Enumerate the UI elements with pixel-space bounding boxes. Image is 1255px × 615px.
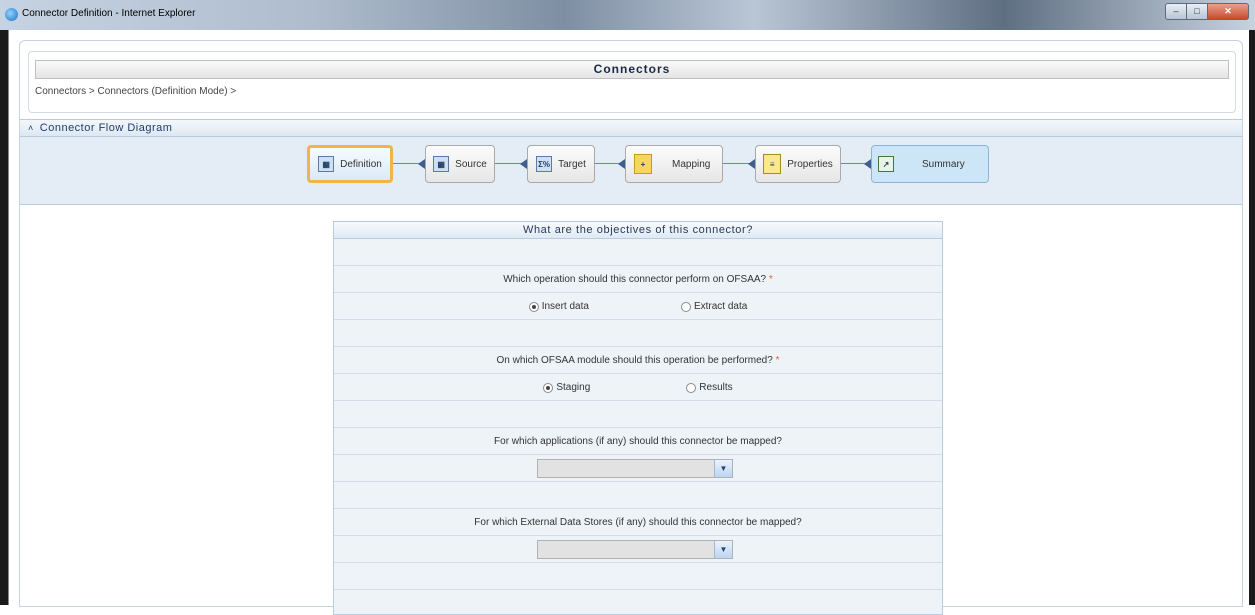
step-source[interactable]: ▦ Source [425, 145, 495, 183]
step-label: Source [455, 158, 487, 170]
applications-row: ▼ [334, 455, 942, 482]
radio-insert-data[interactable]: Insert data [528, 301, 589, 312]
spacer-row [334, 563, 942, 590]
step-label: Target [558, 158, 586, 170]
question-applications: For which applications (if any) should t… [334, 428, 942, 455]
question-operation: Which operation should this connector pe… [334, 266, 942, 293]
flow-arrow-icon [864, 159, 871, 169]
question-text: For which External Data Stores (if any) … [474, 517, 802, 528]
flow-arrow-icon [748, 159, 755, 169]
radio-extract-data[interactable]: Extract data [680, 301, 748, 312]
properties-icon: ≡ [763, 154, 782, 174]
close-icon[interactable]: ✕ [1208, 3, 1249, 20]
radio-unselected-icon[interactable] [680, 301, 691, 312]
external-data-stores-row: ▼ [334, 536, 942, 563]
radio-label: Results [699, 382, 733, 393]
step-label: Definition [340, 158, 382, 170]
required-marker: * [768, 274, 773, 285]
definition-icon: ▦ [318, 156, 335, 172]
question-module: On which OFSAA module should this operat… [334, 347, 942, 374]
window-title: Connector Definition - Internet Explorer [22, 8, 196, 19]
flow-diagram-title: Connector Flow Diagram [39, 122, 173, 134]
radio-selected-icon[interactable] [543, 382, 554, 393]
operation-options: Insert data Extract data [334, 293, 942, 320]
step-label: Mapping [672, 158, 711, 170]
radio-results[interactable]: Results [686, 382, 733, 393]
breadcrumb: Connectors > Connectors (Definition Mode… [35, 86, 237, 97]
page-title: Connectors [35, 60, 1229, 79]
flow-arrow-icon [418, 159, 425, 169]
internet-explorer-icon [5, 8, 18, 21]
flow-diagram-panel: ˄ Connector Flow Diagram ▦ Definition ▦ … [20, 119, 1242, 205]
question-external-data-stores: For which External Data Stores (if any) … [334, 509, 942, 536]
flow-arrow-icon [520, 159, 527, 169]
flow-diagram-header[interactable]: ˄ Connector Flow Diagram [20, 120, 1242, 137]
chevron-down-icon[interactable]: ▼ [714, 460, 732, 477]
browser-content: Connectors Connectors > Connectors (Defi… [8, 30, 1249, 615]
spacer-row [334, 320, 942, 347]
step-label: Properties [787, 158, 833, 170]
spacer-row [334, 239, 942, 266]
step-label: Summary [922, 158, 965, 170]
applications-select[interactable]: ▼ [537, 459, 733, 478]
title-bar: Connector Definition - Internet Explorer… [0, 0, 1255, 30]
connector-page: Connectors Connectors > Connectors (Defi… [19, 40, 1243, 615]
radio-label: Insert data [541, 301, 589, 312]
step-definition[interactable]: ▦ Definition [307, 145, 393, 183]
radio-unselected-icon[interactable] [686, 382, 697, 393]
spacer-row [334, 482, 942, 509]
question-text: Which operation should this connector pe… [503, 274, 767, 285]
step-summary[interactable]: ↗ Summary [871, 145, 989, 183]
spacer-row [334, 401, 942, 428]
mapping-icon: + [634, 154, 652, 174]
radio-staging[interactable]: Staging [543, 382, 590, 393]
step-target[interactable]: Σ% Target [527, 145, 595, 183]
step-mapping[interactable]: + Mapping [625, 145, 723, 183]
module-options: Staging Results [334, 374, 942, 401]
form-title: What are the objectives of this connecto… [334, 222, 942, 239]
collapse-icon[interactable]: ˄ [28, 120, 34, 136]
external-data-stores-select[interactable]: ▼ [537, 540, 733, 559]
source-icon: ▦ [433, 156, 450, 172]
maximize-icon[interactable]: □ [1187, 3, 1208, 20]
radio-selected-icon[interactable] [528, 301, 539, 312]
summary-icon: ↗ [878, 156, 894, 172]
step-properties[interactable]: ≡ Properties [755, 145, 841, 183]
question-text: For which applications (if any) should t… [494, 436, 782, 447]
minimize-icon[interactable]: – [1165, 3, 1187, 20]
radio-label: Staging [556, 382, 591, 393]
radio-label: Extract data [693, 301, 748, 312]
flow-arrow-icon [618, 159, 625, 169]
header-panel: Connectors Connectors > Connectors (Defi… [28, 51, 1236, 113]
window-controls: – □ ✕ [1165, 3, 1249, 20]
question-text: On which OFSAA module should this operat… [496, 355, 773, 366]
required-marker: * [775, 355, 780, 366]
objectives-form: What are the objectives of this connecto… [333, 221, 943, 615]
browser-window: Connector Definition - Internet Explorer… [0, 0, 1255, 615]
chevron-down-icon[interactable]: ▼ [714, 541, 732, 558]
target-icon: Σ% [536, 156, 553, 172]
